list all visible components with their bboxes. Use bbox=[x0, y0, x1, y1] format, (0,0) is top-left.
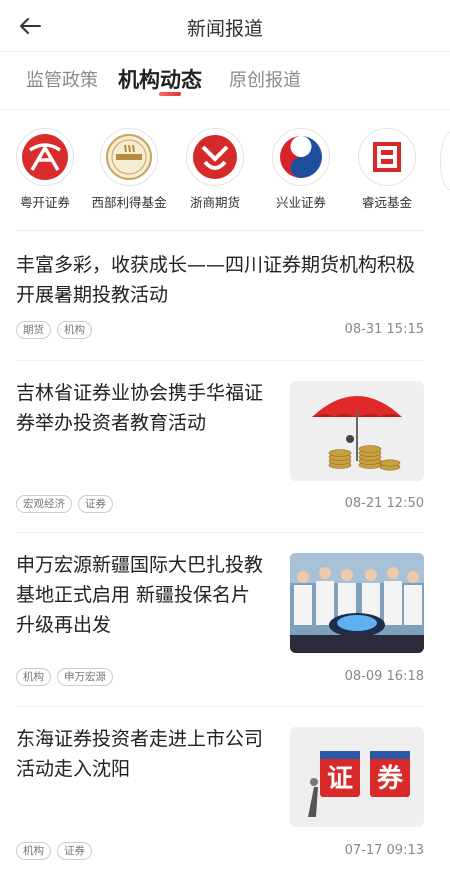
red-umbrella-coins-image bbox=[290, 381, 424, 481]
tab-institution-news[interactable]: 机构动态 bbox=[118, 64, 202, 94]
divider bbox=[16, 706, 424, 707]
news-tags: 机构 证券 bbox=[16, 842, 92, 860]
org-item-zheshang[interactable]: 浙商期货 bbox=[172, 128, 258, 211]
tag: 机构 bbox=[57, 321, 92, 339]
news-tags: 期货 机构 bbox=[16, 321, 92, 339]
org-name: 浙商期货 bbox=[189, 195, 240, 210]
securities-blocks-image: 证 券 bbox=[290, 727, 424, 827]
block-char-1: 证 bbox=[327, 764, 353, 794]
news-title: 丰富多彩，收获成长——四川证券期货机构积极 开展暑期投教活动 bbox=[16, 254, 416, 306]
tag: 机构 bbox=[16, 668, 51, 686]
page-title: 新闻报道 bbox=[186, 18, 263, 40]
org-name: 西部利得基金 bbox=[91, 195, 167, 210]
news-tags: 机构 申万宏源 bbox=[16, 668, 113, 686]
tag: 机构 bbox=[16, 842, 51, 860]
news-item[interactable]: 申万宏源新疆国际大巴扎投教 基地正式启用 新疆投保名片 升级再出发 机构 申万宏… bbox=[0, 550, 450, 700]
news-time: 08-31 15:15 bbox=[344, 322, 424, 337]
org-name: 粤开证券 bbox=[19, 195, 70, 210]
category-tabs: 监管政策 机构动态 原创报道 bbox=[0, 52, 450, 110]
news-title: 吉林省证券业协会携手华福证 券举办投资者教育活动 bbox=[16, 382, 264, 434]
org-item-ruiyuan[interactable]: 睿远基金 bbox=[344, 128, 430, 211]
tab-original-reports[interactable]: 原创报道 bbox=[229, 66, 301, 92]
block-char-2: 券 bbox=[377, 764, 404, 794]
divider bbox=[16, 230, 424, 231]
org-name: 睿远基金 bbox=[361, 195, 412, 210]
tag: 证券 bbox=[78, 495, 113, 513]
news-title: 东海证券投资者走进上市公司 活动走入沈阳 bbox=[16, 728, 264, 780]
news-item[interactable]: 吉林省证券业协会携手华福证 券举办投资者教育活动 宏观经济 证券 08-21 1… bbox=[0, 378, 450, 528]
tab-regulatory-policy[interactable]: 监管政策 bbox=[26, 66, 98, 92]
news-time: 08-09 16:18 bbox=[344, 669, 424, 684]
tag: 宏观经济 bbox=[16, 495, 72, 513]
top-nav-bar: 新闻报道 bbox=[0, 0, 450, 52]
org-item-xingye[interactable]: 兴业证券 bbox=[258, 128, 344, 211]
xingye-logo bbox=[272, 128, 330, 186]
xibu-lide-logo bbox=[100, 128, 158, 186]
news-tags: 宏观经济 证券 bbox=[16, 495, 113, 513]
news-item[interactable]: 东海证券投资者走进上市公司 活动走入沈阳 证 券 机构 证券 07-17 09:… bbox=[0, 724, 450, 874]
zheshang-logo bbox=[186, 128, 244, 186]
active-tab-indicator bbox=[159, 92, 181, 96]
divider bbox=[16, 360, 424, 361]
tag: 申万宏源 bbox=[57, 668, 113, 686]
org-item-yuekai[interactable]: 粤开证券 bbox=[2, 128, 88, 211]
news-time: 08-21 12:50 bbox=[344, 496, 424, 511]
news-time: 07-17 09:13 bbox=[344, 843, 424, 858]
org-item-xibu-lide[interactable]: 西部利得基金 bbox=[86, 128, 172, 211]
institution-list: 粤开证券 西部利得基金 浙商期货 兴业证券 睿远基金 bbox=[0, 122, 450, 222]
news-title: 申万宏源新疆国际大巴扎投教 基地正式启用 新疆投保名片 升级再出发 bbox=[16, 554, 264, 636]
news-item[interactable]: 丰富多彩，收获成长——四川证券期货机构积极 开展暑期投教活动 期货 机构 08-… bbox=[0, 250, 450, 360]
tag: 证券 bbox=[57, 842, 92, 860]
tag: 期货 bbox=[16, 321, 51, 339]
org-name: 兴业证券 bbox=[275, 195, 326, 210]
ruiyuan-logo bbox=[358, 128, 416, 186]
divider bbox=[16, 532, 424, 533]
launch-ceremony-photo bbox=[290, 553, 424, 653]
yuekai-logo bbox=[16, 128, 74, 186]
